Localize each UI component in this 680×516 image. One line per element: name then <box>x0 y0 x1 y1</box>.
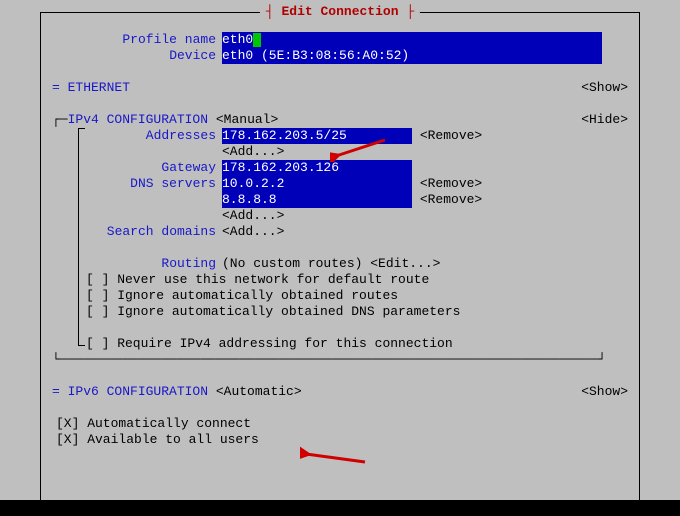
ethernet-section-header: = ETHERNET <box>52 80 130 96</box>
address-input-0[interactable]: 178.162.203.5/25 <box>222 128 412 144</box>
auto-connect-checkbox[interactable]: [X] Automatically connect <box>56 416 251 432</box>
dns-input-1[interactable]: 8.8.8.8 <box>222 192 412 208</box>
ipv4-ignore-dns-checkbox[interactable]: [ ] Ignore automatically obtained DNS pa… <box>86 304 460 320</box>
ipv6-show-button[interactable]: <Show> <box>581 384 628 400</box>
routing-edit-button[interactable]: <Edit...> <box>370 256 440 272</box>
dns-value-0: 10.0.2.2 <box>222 176 284 191</box>
ipv6-section-header: = IPv6 CONFIGURATION <box>52 384 208 400</box>
ipv4-mode-select[interactable]: <Manual> <box>216 112 278 128</box>
search-domains-add-button[interactable]: <Add...> <box>222 224 284 240</box>
dialog-title-text: Edit Connection <box>281 4 398 19</box>
ok-button[interactable]: <OK> <box>597 500 628 515</box>
device-value: eth0 (5E:B3:08:56:A0:52) <box>222 48 409 63</box>
ethernet-show-button[interactable]: <Show> <box>581 80 628 96</box>
ipv4-hide-button[interactable]: <Hide> <box>581 112 628 128</box>
dns-input-0[interactable]: 10.0.2.2 <box>222 176 412 192</box>
address-add-button[interactable]: <Add...> <box>222 144 284 160</box>
profile-name-input[interactable]: eth0 <box>222 32 602 48</box>
ipv4-ignore-routes-checkbox[interactable]: [ ] Ignore automatically obtained routes <box>86 288 398 304</box>
ipv6-mode-select[interactable]: <Automatic> <box>216 384 302 400</box>
ipv4-branch-top: ┌─ <box>52 112 68 128</box>
dns-remove-1[interactable]: <Remove> <box>420 192 482 208</box>
gateway-value: 178.162.203.126 <box>222 160 339 175</box>
device-input[interactable]: eth0 (5E:B3:08:56:A0:52) <box>222 48 602 64</box>
gateway-input[interactable]: 178.162.203.126 <box>222 160 412 176</box>
all-users-checkbox[interactable]: [X] Available to all users <box>56 432 259 448</box>
ipv4-section-header: IPv4 CONFIGURATION <box>68 112 208 128</box>
address-remove-0[interactable]: <Remove> <box>420 128 482 144</box>
dialog-footer: <Cancel> <OK> <box>511 500 628 516</box>
ipv4-default-route-checkbox[interactable]: [ ] Never use this network for default r… <box>86 272 429 288</box>
text-cursor <box>253 33 261 47</box>
ipv4-require-checkbox[interactable]: [ ] Require IPv4 addressing for this con… <box>86 336 453 352</box>
profile-name-value: eth0 <box>222 32 253 47</box>
profile-name-label: Profile name <box>52 32 222 48</box>
ipv4-branch-bottom: └───────────────────────────────────────… <box>52 352 606 368</box>
dialog-title: ┤ Edit Connection ├ <box>260 4 420 20</box>
ipv4-tree-line <box>78 128 85 346</box>
annotation-arrow-2 <box>300 446 370 468</box>
dns-add-button[interactable]: <Add...> <box>222 208 284 224</box>
device-label: Device <box>52 48 222 64</box>
dns-remove-0[interactable]: <Remove> <box>420 176 482 192</box>
cancel-button[interactable]: <Cancel> <box>511 500 573 515</box>
dns-value-1: 8.8.8.8 <box>222 192 277 207</box>
address-value-0: 178.162.203.5/25 <box>222 128 347 143</box>
routing-value: (No custom routes) <box>222 256 362 272</box>
